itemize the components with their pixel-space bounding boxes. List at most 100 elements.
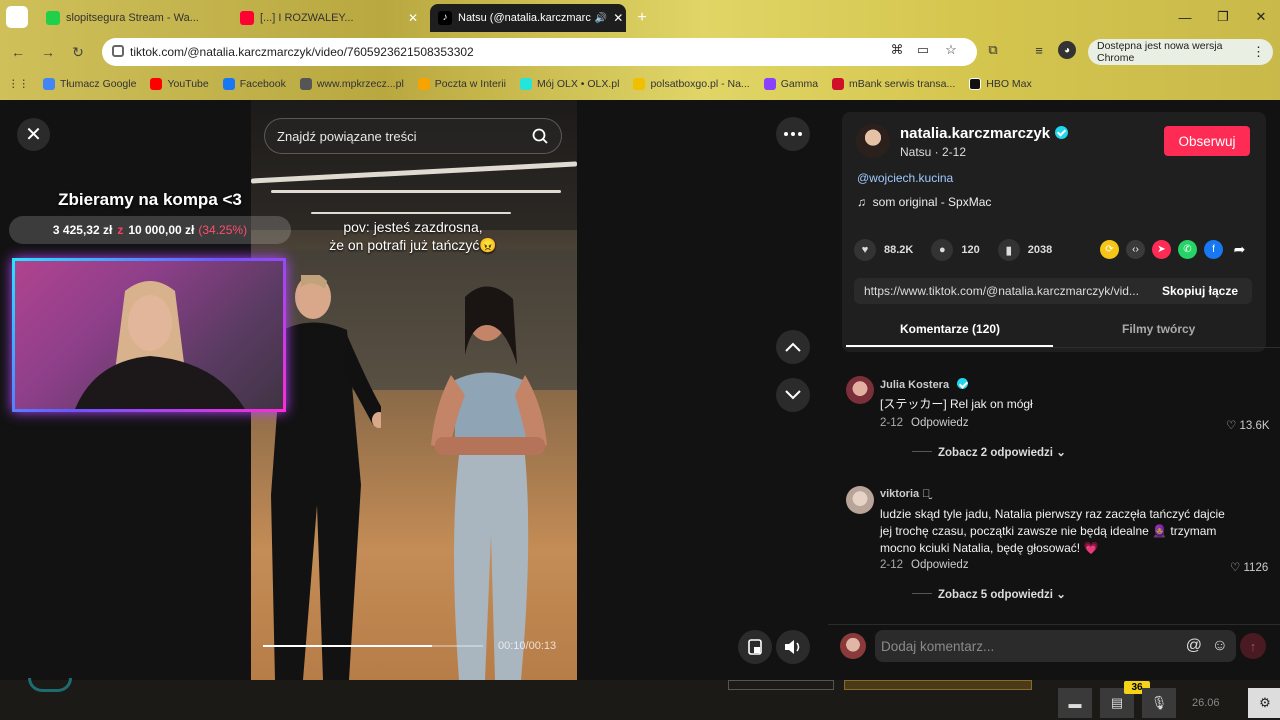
commenter-name[interactable]: Julia Kostera bbox=[880, 378, 969, 391]
translate-icon[interactable]: ⌘ bbox=[888, 41, 906, 59]
tab-comments[interactable]: Komentarze (120) bbox=[900, 322, 1000, 336]
comment-like-button[interactable]: ♡ 13.6K bbox=[1226, 418, 1270, 432]
profile-icon bbox=[6, 6, 28, 28]
reply-button[interactable]: Odpowiedz bbox=[911, 417, 969, 429]
profile-menu-button[interactable] bbox=[0, 0, 34, 34]
chrome-update-button[interactable]: Dostępna jest nowa wersja Chrome ⋮ bbox=[1088, 39, 1273, 65]
more-options-button[interactable] bbox=[776, 117, 810, 151]
gear-icon: ⚙ bbox=[1259, 695, 1271, 710]
extensions-icon[interactable]: ⧉ bbox=[984, 41, 1002, 59]
address-bar[interactable]: tiktok.com/@natalia.karczmarczyk/video/7… bbox=[102, 38, 977, 66]
embed-icon[interactable]: ‹› bbox=[1126, 240, 1145, 259]
site-info-icon[interactable] bbox=[112, 45, 124, 57]
heart-outline-icon: ♡ bbox=[1226, 420, 1237, 432]
search-icon[interactable] bbox=[532, 128, 548, 144]
comment-button[interactable]: ● 120 bbox=[931, 239, 980, 261]
notes-icon: ▤ bbox=[1110, 695, 1124, 710]
view-replies-button[interactable]: Zobacz 2 odpowiedzi ⌄ bbox=[912, 445, 1066, 459]
minimize-button[interactable]: — bbox=[1166, 0, 1204, 34]
bookmark-item[interactable]: Tłumacz Google bbox=[43, 78, 136, 90]
chrome-menu-icon[interactable]: ⋮ bbox=[1252, 44, 1265, 60]
apps-grid-icon[interactable]: ⋮⋮ bbox=[8, 78, 29, 90]
video-link-text[interactable]: https://www.tiktok.com/@natalia.karczmar… bbox=[864, 284, 1139, 298]
bookmark-item[interactable]: Mój OLX • OLX.pl bbox=[519, 78, 619, 90]
tab-tiktok[interactable]: ♪ Natsu (@natalia.karczmarc 🔊 ✕ bbox=[430, 4, 626, 32]
bookmark-item[interactable]: HBO Max bbox=[969, 78, 1032, 90]
video-progress-bar[interactable] bbox=[263, 645, 483, 647]
commenter-name[interactable]: viktoria ๑̮ bbox=[880, 488, 930, 500]
bookmark-item[interactable]: polsatboxgo.pl - Na... bbox=[633, 78, 750, 90]
chevron-down-icon: ⌄ bbox=[1056, 447, 1066, 459]
music-link[interactable]: ♫ som original - SpxMac bbox=[857, 195, 991, 209]
tab-title: Natsu (@natalia.karczmarc bbox=[458, 12, 591, 24]
floating-player-button[interactable] bbox=[738, 630, 772, 664]
close-window-button[interactable]: ✕ bbox=[1242, 0, 1280, 34]
post-comment-button[interactable]: ↑ bbox=[1240, 633, 1266, 659]
bookmark-label: mBank serwis transa... bbox=[849, 78, 956, 90]
streamer-webcam-image bbox=[75, 281, 245, 409]
author-username[interactable]: natalia.karczmarczyk bbox=[900, 125, 1069, 142]
webcam-overlay bbox=[12, 258, 286, 412]
related-search-input[interactable]: Znajdź powiązane treści bbox=[264, 118, 562, 154]
bookmark-item[interactable]: mBank serwis transa... bbox=[832, 78, 955, 90]
maximize-button[interactable]: ❐ bbox=[1204, 0, 1242, 34]
bookmark-item[interactable]: YouTube bbox=[150, 78, 209, 90]
bookmark-label: www.mpkrzecz...pl bbox=[316, 78, 404, 90]
progress-fill bbox=[263, 645, 433, 647]
tiktok-favicon-icon: ♪ bbox=[438, 11, 452, 25]
bookmark-star-icon[interactable]: ☆ bbox=[942, 41, 960, 59]
settings-button[interactable]: ⚙ bbox=[1248, 688, 1280, 718]
whatsapp-icon[interactable]: ✆ bbox=[1178, 240, 1197, 259]
close-tab-icon[interactable]: ✕ bbox=[607, 11, 623, 25]
bookmark-item[interactable]: www.mpkrzecz...pl bbox=[299, 78, 404, 90]
comment-like-button[interactable]: ♡ 1126 bbox=[1230, 560, 1268, 574]
volume-button[interactable] bbox=[776, 630, 810, 664]
save-button[interactable]: ▮ 2038 bbox=[997, 239, 1052, 261]
share-buttons: ⟳ ‹› ➤ ✆ f ➦ bbox=[1100, 240, 1256, 259]
audio-playing-icon[interactable]: 🔊 bbox=[595, 13, 607, 24]
repost-icon[interactable]: ⟳ bbox=[1100, 240, 1119, 259]
follow-button[interactable]: Obserwuj bbox=[1164, 126, 1250, 156]
bookmarks-bar: ⋮⋮ Tłumacz Google YouTube Facebook www.m… bbox=[0, 72, 1280, 96]
back-button[interactable]: ← bbox=[8, 42, 28, 62]
bookmark-item[interactable]: Gamma bbox=[763, 78, 818, 90]
forward-button[interactable]: → bbox=[38, 42, 58, 62]
bookmark-item[interactable]: Facebook bbox=[222, 78, 286, 90]
ceiling-light bbox=[271, 190, 561, 193]
tab-creator-videos[interactable]: Filmy twórcy bbox=[1122, 322, 1195, 336]
details-panel: natalia.karczmarczyk Natsu · 2-12 Obserw… bbox=[828, 100, 1280, 680]
new-tab-button[interactable]: + bbox=[628, 4, 656, 32]
comment-date: 2-12 bbox=[880, 417, 904, 429]
previous-video-button[interactable] bbox=[776, 330, 810, 364]
tab-kick[interactable]: slopitsegura Stream - Wa... bbox=[38, 4, 224, 32]
commenter-avatar[interactable] bbox=[846, 376, 874, 404]
bookmark-favicon-icon bbox=[150, 78, 163, 90]
share-arrow-icon[interactable]: ➦ bbox=[1230, 240, 1249, 259]
reply-button[interactable]: Odpowiedz bbox=[911, 559, 969, 571]
copy-link-button[interactable]: Skopiuj łącze bbox=[1162, 284, 1238, 298]
view-replies-button[interactable]: Zobacz 5 odpowiedzi ⌄ bbox=[912, 587, 1066, 601]
microphone-button[interactable]: 🎙 bbox=[1142, 688, 1176, 718]
chat-button[interactable]: ▬ bbox=[1058, 688, 1092, 718]
profile-avatar-icon[interactable]: ◕ bbox=[1058, 41, 1076, 59]
media-control-icon[interactable]: ≡ bbox=[1030, 41, 1048, 59]
close-video-button[interactable]: ✕ bbox=[17, 118, 50, 151]
bookmark-item[interactable]: Poczta w Interii bbox=[417, 78, 506, 90]
cast-icon[interactable]: ▭ bbox=[914, 41, 932, 59]
mention-link[interactable]: @wojciech.kucina bbox=[857, 171, 953, 185]
emoji-icon[interactable]: ☺ bbox=[1212, 637, 1228, 655]
comment-input[interactable]: Dodaj komentarz... @ ☺ bbox=[875, 630, 1236, 662]
facebook-icon[interactable]: f bbox=[1204, 240, 1223, 259]
reload-button[interactable]: ↻ bbox=[68, 42, 88, 62]
commenter-avatar[interactable] bbox=[846, 486, 874, 514]
bookmark-label: Poczta w Interii bbox=[434, 78, 506, 90]
video-frame[interactable] bbox=[251, 100, 577, 680]
bookmark-favicon-icon bbox=[299, 78, 312, 90]
mention-at-icon[interactable]: @ bbox=[1186, 637, 1202, 655]
like-button[interactable]: ♥ 88.2K bbox=[854, 239, 913, 261]
send-to-friend-icon[interactable]: ➤ bbox=[1152, 240, 1171, 259]
close-tab-icon[interactable]: ✕ bbox=[402, 11, 418, 25]
next-video-button[interactable] bbox=[776, 378, 810, 412]
author-avatar[interactable] bbox=[856, 124, 890, 158]
tab-youtube[interactable]: [...] I ROZWALEY... ✕ bbox=[232, 4, 426, 32]
